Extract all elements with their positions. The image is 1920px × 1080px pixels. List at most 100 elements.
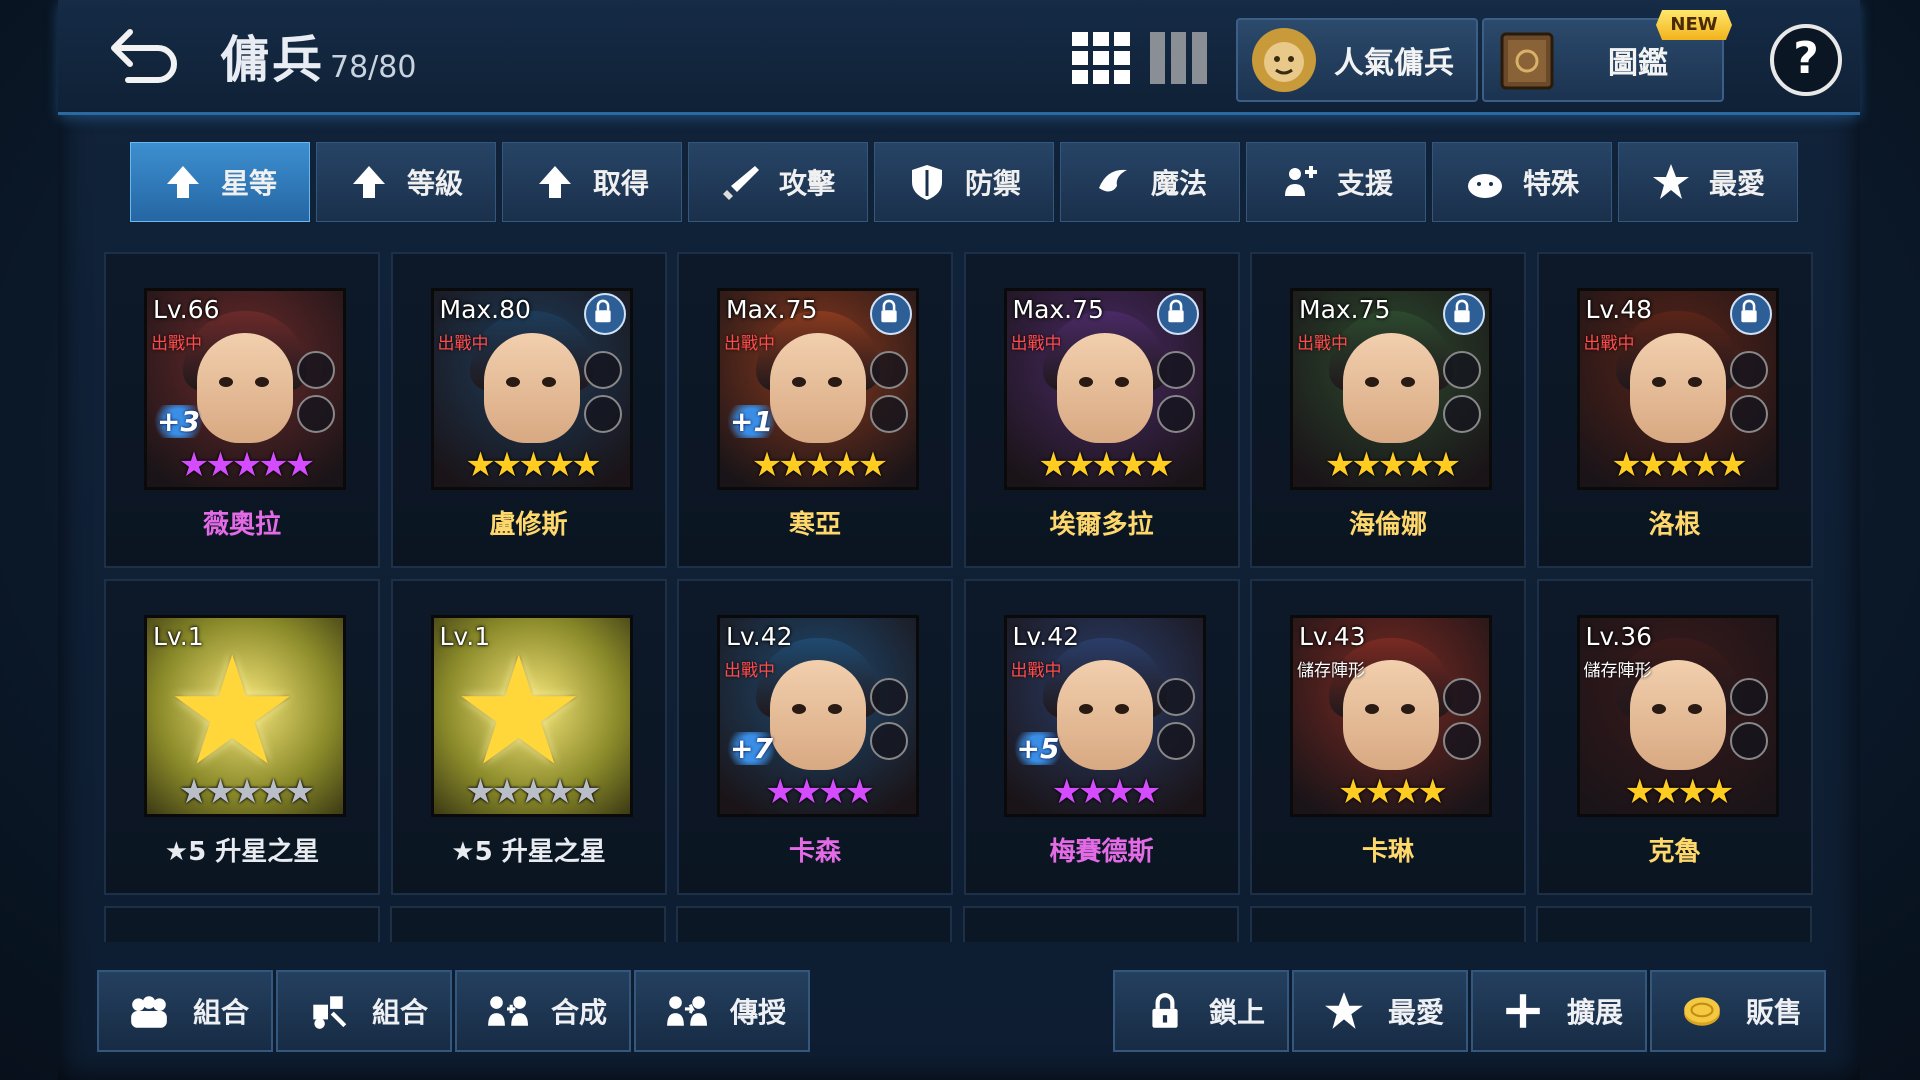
mercenary-card[interactable]: Max.80 出戰中 ★★★★★ 盧修斯: [390, 252, 667, 568]
character-eye: [1651, 377, 1666, 387]
mercenary-portrait: Lv.42 出戰中 +5 ★★★★: [1003, 615, 1206, 817]
sort-tab-9[interactable]: 最愛: [1618, 142, 1798, 222]
mercenary-card[interactable]: Max.75 出戰中 ★★★★★ 埃爾多拉: [963, 252, 1240, 568]
rune-slot-icon: [1443, 678, 1481, 716]
sort-tab-3[interactable]: 取得: [502, 142, 682, 222]
star-rating: ★★★★★: [465, 445, 601, 485]
merge-icon: [488, 996, 528, 1026]
help-button[interactable]: ?: [1770, 24, 1842, 96]
character-eye: [1365, 704, 1379, 714]
character-face: [770, 660, 866, 770]
new-badge: NEW: [1656, 10, 1732, 40]
mercenary-card[interactable]: Lv.36 儲存陣形 ★★★★ 克魯: [1536, 579, 1813, 895]
enhance-badge: +7: [724, 732, 779, 765]
fuse-button-label: 合成: [550, 996, 607, 1029]
character-face: [1629, 333, 1726, 443]
deploy-status: 出戰中: [437, 334, 489, 354]
mercenary-card[interactable]: Max.75 出戰中 ★★★★★ 海倫娜: [1250, 252, 1526, 568]
lock-button[interactable]: 鎖上: [1113, 970, 1289, 1052]
lock-icon: [1156, 293, 1199, 335]
lock-icon: [1152, 993, 1178, 1028]
arrow-up-icon: [538, 166, 571, 198]
mercenary-name: 卡琳: [1361, 837, 1414, 867]
combine-button[interactable]: 組合: [276, 970, 452, 1052]
mercenary-portrait: Max.75 出戰中 +1 ★★★★★: [717, 288, 919, 490]
expand-button[interactable]: 擴展: [1471, 970, 1647, 1052]
mercenary-card[interactable]: Lv.43 儲存陣形 ★★★★ 卡琳: [1250, 579, 1526, 895]
grid-view-toggle[interactable]: [1072, 32, 1130, 84]
grid-view-icon: [1072, 32, 1130, 84]
back-button[interactable]: [108, 22, 182, 86]
mercenary-card[interactable]: Lv.42 出戰中 +7 ★★★★ 卡森: [677, 579, 953, 895]
mercenary-card[interactable]: Lv.66 出戰中 +3 ★★★★★ 薇奧拉: [104, 252, 380, 568]
partial-card: [1250, 906, 1526, 942]
sort-tab-label: 最愛: [1708, 167, 1765, 200]
page-title: 傭兵: [220, 31, 324, 89]
upgrade-star-icon: ★: [165, 625, 300, 799]
sell-button[interactable]: 販售: [1650, 970, 1826, 1052]
character-eye: [1401, 704, 1415, 714]
enhance-badge: +1: [724, 405, 779, 438]
sort-tab-5[interactable]: 防禦: [874, 142, 1054, 222]
mercenary-name: 埃爾多拉: [1049, 510, 1154, 540]
rune-slot-icon: [1729, 722, 1768, 760]
character-eye: [505, 377, 520, 387]
sort-tab-2[interactable]: 等級: [316, 142, 496, 222]
puzzle-icon: [313, 996, 347, 1029]
rune-slot-icon: [870, 395, 908, 433]
mercenary-card[interactable]: Max.75 出戰中 +1 ★★★★★ 寒亞: [677, 252, 953, 568]
back-arrow-icon: [111, 29, 177, 83]
lock-icon: [870, 293, 912, 335]
star-rating: ★★★★★: [178, 772, 315, 812]
codex-label: 圖鑑: [1608, 46, 1668, 81]
partial-card: [676, 906, 952, 942]
mercenary-card[interactable]: Lv.48 出戰中 ★★★★★ 洛根: [1536, 252, 1813, 568]
mercenary-card[interactable]: Lv.42 出戰中 +5 ★★★★ 梅賽德斯: [963, 579, 1240, 895]
group-button[interactable]: 組合: [97, 970, 273, 1052]
sort-tab-6[interactable]: 魔法: [1060, 142, 1240, 222]
mercenary-portrait: Max.80 出戰中 ★★★★★: [430, 288, 633, 490]
partial-card: [963, 906, 1239, 942]
star-icon: [1325, 992, 1363, 1029]
mercenary-portrait: Lv.43 儲存陣形 ★★★★: [1290, 615, 1492, 817]
shield-icon: [911, 165, 942, 200]
sort-tab-4[interactable]: 攻擊: [688, 142, 868, 222]
star-rating: ★★★★★: [1324, 445, 1461, 485]
favorite-button-label: 最愛: [1387, 996, 1444, 1029]
mercenary-card[interactable]: ★ Lv.1 ★★★★★ ★5 升星之星: [390, 579, 667, 895]
deploy-status: 出戰中: [724, 661, 775, 681]
mercenary-level: Max.75: [1012, 295, 1104, 324]
deploy-status: 儲存陣形: [1297, 661, 1365, 681]
character-eye: [1114, 377, 1129, 387]
enhance-badge: +5: [1010, 732, 1066, 765]
lock-icon: [583, 293, 626, 335]
deploy-status: 儲存陣形: [1583, 661, 1652, 681]
character-eye: [1651, 704, 1666, 714]
mercenary-card[interactable]: ★ Lv.1 ★★★★★ ★5 升星之星: [104, 579, 380, 895]
character-eye: [1687, 377, 1702, 387]
character-face: [1343, 333, 1439, 443]
mercenary-name: 梅賽德斯: [1049, 837, 1154, 867]
popular-mercenaries-button[interactable]: 人氣傭兵: [1236, 18, 1478, 102]
favorite-button[interactable]: 最愛: [1292, 970, 1468, 1052]
mercenary-portrait: Lv.66 出戰中 +3 ★★★★★: [144, 288, 346, 490]
rune-slot-icon: [1729, 395, 1768, 433]
rune-slot-icon: [870, 678, 908, 716]
enhance-badge: +3: [151, 405, 206, 438]
list-view-toggle[interactable]: [1150, 32, 1208, 84]
transfer-button[interactable]: 傳授: [634, 970, 810, 1052]
mercenary-count: 78/80: [330, 50, 417, 85]
mercenary-name: 海倫娜: [1348, 510, 1427, 540]
sort-tab-7[interactable]: 支援: [1246, 142, 1426, 222]
fuse-button[interactable]: 合成: [455, 970, 631, 1052]
sort-tab-label: 魔法: [1150, 167, 1207, 200]
character-face: [1056, 660, 1153, 770]
rune-slot-icon: [870, 722, 908, 760]
deploy-status: 出戰中: [1297, 334, 1348, 354]
sort-tab-8[interactable]: 特殊: [1432, 142, 1612, 222]
rune-slot-icon: [1156, 395, 1195, 433]
sort-tab-1[interactable]: 星等: [130, 142, 310, 222]
deploy-status: 出戰中: [1010, 334, 1062, 354]
mercenary-level: Lv.43: [1299, 622, 1366, 651]
mercenary-portrait: Max.75 出戰中 ★★★★★: [1290, 288, 1492, 490]
